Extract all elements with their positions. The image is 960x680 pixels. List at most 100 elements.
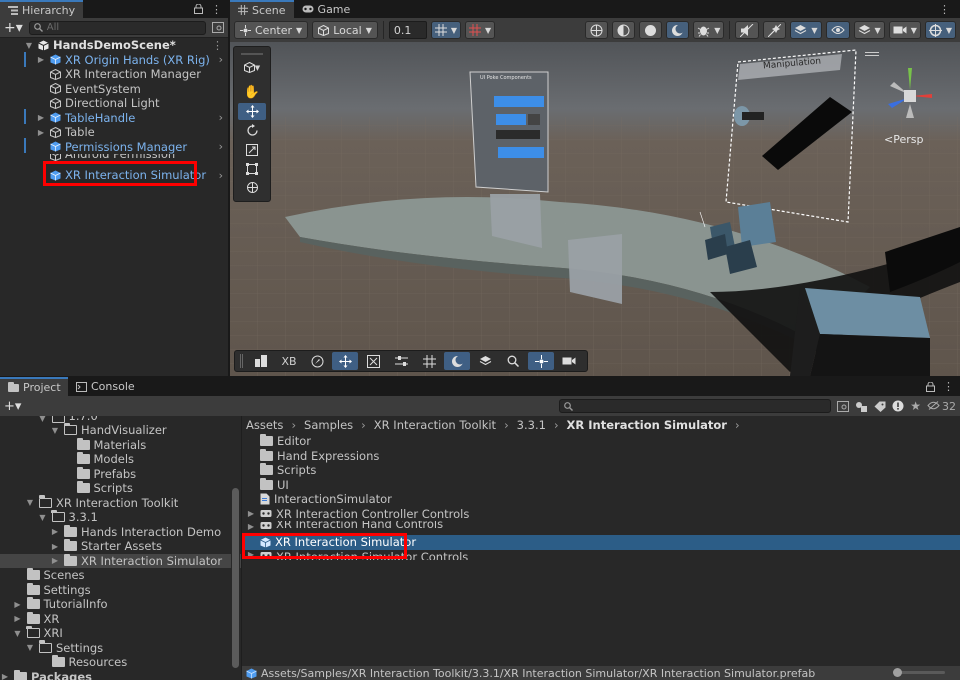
search-overlay-button[interactable] [500, 352, 526, 370]
folder-tree-item[interactable]: ▼ XRI [0, 625, 241, 641]
hierarchy-item[interactable]: ▶ XR Origin Hands (XR Rig) › [0, 53, 228, 68]
folder-tree-item[interactable]: ▼ 1.7.0 [0, 416, 241, 423]
folder-tree-item[interactable]: ▶ TutorialInfo [0, 597, 241, 612]
grid-overlay-button[interactable] [416, 352, 442, 370]
pivot-dropdown[interactable]: Center ▼ [234, 21, 309, 39]
hidden-packages-toggle[interactable]: 32 [927, 400, 956, 413]
folder-tree-item[interactable]: Scripts [0, 481, 241, 496]
layers-dropdown[interactable]: ▼ [790, 21, 822, 39]
chevron-right-icon[interactable]: › [219, 53, 223, 66]
lock-icon[interactable] [194, 3, 203, 16]
drag-handle[interactable] [240, 354, 243, 368]
hierarchy-item[interactable]: ▶ TableHandle › [0, 111, 228, 126]
orientation-gizmo[interactable] [880, 64, 940, 124]
expand-arrow-icon[interactable]: ▼ [25, 643, 35, 652]
expand-arrow-icon[interactable]: ▼ [38, 416, 48, 423]
breadcrumb-separator-icon[interactable]: › [735, 418, 740, 432]
folder-tree-item[interactable]: Resources [0, 655, 241, 670]
kebab-menu-icon[interactable]: ⋮ [211, 3, 222, 16]
folder-tree-item[interactable]: ▼ HandVisualizer [0, 422, 241, 438]
search-window-icon[interactable] [212, 22, 224, 33]
collapse-arrow-icon[interactable]: ▶ [13, 600, 23, 609]
folder-tree-item[interactable]: Prefabs [0, 466, 241, 482]
move-overlay-button[interactable] [332, 352, 358, 370]
warning-filter-icon[interactable] [892, 400, 904, 412]
add-plus-icon[interactable]: +▾ [4, 20, 23, 36]
project-search-input[interactable] [559, 399, 832, 413]
tab-scene[interactable]: Scene [230, 0, 294, 18]
breadcrumb-item[interactable]: 3.3.1 [517, 418, 546, 432]
snap-increment-field[interactable]: 0.1 [388, 21, 427, 39]
layer-stack-dropdown[interactable]: ▼ [853, 21, 885, 39]
tab-game[interactable]: Game [294, 0, 359, 18]
folder-tree-item[interactable]: Materials [0, 437, 241, 453]
collapse-arrow-icon[interactable]: ▶ [246, 509, 256, 518]
tab-project[interactable]: Project [0, 377, 68, 396]
chevron-right-icon[interactable]: › [219, 111, 223, 124]
file-list-item[interactable]: UI [242, 477, 960, 493]
folder-tree-item[interactable]: ▶ XR Interaction Simulator [0, 553, 241, 568]
hierarchy-item[interactable]: Directional Light [0, 96, 228, 111]
building-block-button[interactable] [248, 352, 274, 370]
create-plus-icon[interactable]: +▾ [4, 399, 21, 414]
camera-dropdown[interactable]: ▼ [888, 21, 921, 39]
folder-tree-item[interactable]: ▼ Settings [0, 640, 241, 656]
grid-snap-toggle[interactable]: ▼ [430, 21, 462, 39]
hierarchy-item[interactable]: Permissions Manager › [0, 140, 228, 155]
favorite-star-icon[interactable]: ★ [910, 399, 921, 413]
kebab-menu-icon[interactable]: ⋮ [939, 3, 960, 16]
tab-hierarchy[interactable]: Hierarchy [0, 0, 84, 18]
lighting-toggle[interactable] [666, 21, 690, 39]
breadcrumb-item[interactable]: Assets [246, 418, 283, 432]
hierarchy-search-input[interactable]: All [28, 20, 206, 35]
search-window-icon[interactable] [837, 400, 850, 412]
expand-arrow-icon[interactable]: ▼ [24, 41, 34, 50]
audio-mute-toggle[interactable] [735, 21, 760, 39]
kebab-menu-icon[interactable]: ⋮ [943, 380, 954, 393]
breadcrumb-item[interactable]: XR Interaction Toolkit [374, 418, 496, 432]
pivot-overlay-button[interactable] [528, 352, 554, 370]
file-list-item[interactable]: Editor [242, 434, 960, 449]
chevron-right-icon[interactable]: › [219, 140, 223, 153]
folder-tree-item[interactable]: ▶ Packages [0, 669, 241, 680]
folder-tree-item[interactable]: Settings [0, 582, 241, 598]
lighting-overlay-button[interactable] [444, 352, 470, 370]
file-list-item[interactable]: InteractionSimulator [242, 492, 960, 507]
icon-size-slider[interactable] [893, 668, 945, 677]
compass-button[interactable] [304, 352, 330, 370]
space-dropdown[interactable]: Local ▼ [312, 21, 378, 39]
move-tool-button[interactable] [238, 103, 266, 120]
slider-knob[interactable] [893, 668, 902, 677]
breadcrumb-item[interactable]: XR Interaction Simulator [567, 418, 727, 432]
collapse-arrow-icon[interactable]: ▶ [36, 113, 46, 122]
collapse-arrow-icon[interactable]: ▶ [50, 542, 60, 551]
perspective-label[interactable]: <Persp [884, 133, 923, 146]
tab-console[interactable]: Console [68, 377, 143, 396]
hierarchy-item[interactable]: ▶ Table [0, 125, 228, 140]
grid-visibility-toggle[interactable]: ▼ [465, 21, 496, 39]
collapse-arrow-icon[interactable]: ▶ [246, 522, 256, 531]
project-tree-scrollbar[interactable] [231, 416, 240, 680]
collapse-arrow-icon[interactable]: ▶ [0, 672, 10, 680]
debug-dropdown[interactable]: ▼ [693, 21, 725, 39]
hierarchy-item[interactable]: EventSystem [0, 82, 228, 97]
shaded-wire-button[interactable] [612, 21, 636, 39]
file-list-item[interactable]: ▶ XR Interaction Controller Controls [242, 507, 960, 522]
xr-interaction-button[interactable] [360, 352, 386, 370]
file-list-item[interactable]: ▶ XR Interaction Simulator Controls [242, 550, 960, 560]
folder-tree-item[interactable]: ▼ XR Interaction Toolkit [0, 495, 241, 511]
hierarchy-item[interactable]: ▼ HandsDemoScene* ⋮ [0, 38, 228, 53]
scene-visibility-toggle[interactable] [825, 21, 850, 39]
folder-tree-item[interactable]: ▶ Starter Assets [0, 539, 241, 554]
collapse-arrow-icon[interactable]: ▶ [36, 55, 46, 64]
file-list-item[interactable]: Hand Expressions [242, 448, 960, 464]
expand-arrow-icon[interactable]: ▼ [25, 498, 35, 507]
collapse-arrow-icon[interactable]: ▶ [50, 556, 60, 565]
hierarchy-item[interactable]: Android Permission [0, 154, 228, 161]
filter-by-type-icon[interactable] [855, 401, 868, 412]
scrollbar-thumb[interactable] [232, 488, 239, 668]
folder-tree-item[interactable]: Models [0, 452, 241, 467]
hierarchy-item[interactable]: XR Interaction Manager [0, 67, 228, 82]
expand-arrow-icon[interactable]: ▼ [13, 629, 23, 638]
folder-tree-item[interactable]: ▶ Hands Interaction Demo [0, 524, 241, 540]
